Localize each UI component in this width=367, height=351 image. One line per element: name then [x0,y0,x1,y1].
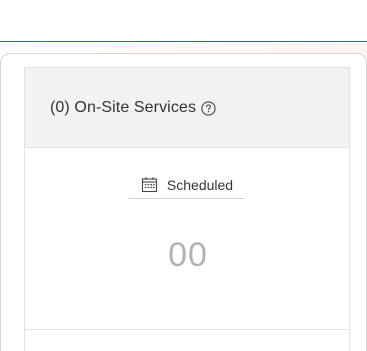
scheduled-count: 00 [168,236,208,274]
question-circle-icon[interactable] [201,101,216,116]
card-divider [25,329,349,330]
on-site-services-card: (0) On-Site Services Scheduled 00 [24,67,350,351]
card-header: (0) On-Site Services [25,68,349,148]
card-title: (0) On-Site Services [50,98,197,116]
calendar-icon [141,176,158,193]
scheduled-link[interactable]: Scheduled [129,176,245,199]
top-bar-divider [0,0,367,42]
scheduled-label: Scheduled [166,176,234,193]
